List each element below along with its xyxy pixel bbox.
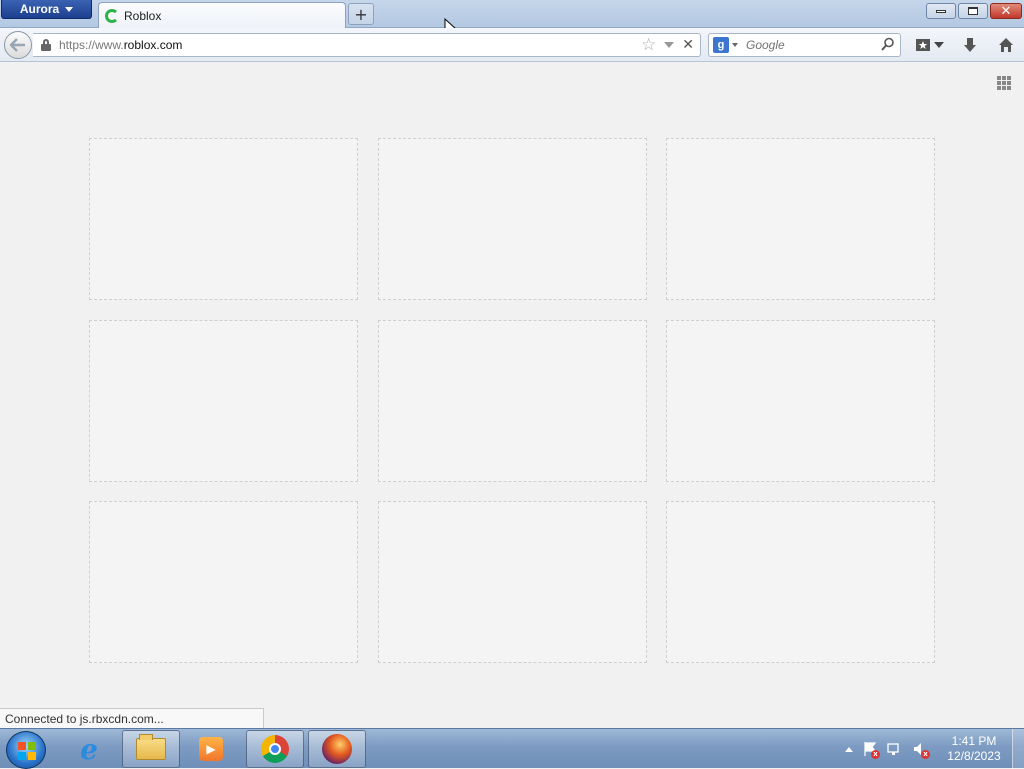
thumbnail-tile[interactable] — [378, 501, 647, 663]
navigation-toolbar: https://www.roblox.com ☆ ✕ g — [0, 28, 1024, 62]
back-button[interactable] — [4, 31, 32, 59]
clock-date: 12/8/2023 — [947, 749, 1001, 763]
search-engine-dropdown-icon[interactable] — [732, 43, 738, 47]
url-bar[interactable]: https://www.roblox.com ☆ ✕ — [33, 33, 701, 57]
thumbnail-tile[interactable] — [666, 320, 935, 482]
bookmarks-icon — [916, 39, 930, 51]
loading-spinner-icon — [105, 8, 119, 23]
plus-icon: + — [354, 4, 368, 24]
downloads-button[interactable] — [962, 35, 978, 55]
taskbar-app-media-player[interactable]: ▶ — [182, 730, 240, 768]
search-input[interactable] — [746, 38, 874, 52]
taskbar-app-windows-explorer[interactable] — [122, 730, 180, 768]
thumbnail-tile[interactable] — [89, 501, 358, 663]
search-bar[interactable]: g — [708, 33, 901, 57]
show-hidden-icons-icon[interactable] — [845, 746, 853, 752]
internet-explorer-icon: e — [80, 732, 98, 766]
show-desktop-button[interactable] — [1012, 729, 1024, 769]
thumbnail-tile[interactable] — [89, 320, 358, 482]
minimize-button[interactable] — [926, 3, 956, 19]
aurora-menu-label: Aurora — [19, 2, 60, 16]
new-tab-button[interactable]: + — [348, 3, 374, 25]
dropdown-arrow-icon — [65, 6, 74, 12]
taskbar-app-firefox-aurora[interactable] — [308, 730, 366, 768]
system-tray: x x — [845, 737, 930, 761]
taskbar-clock[interactable]: 1:41 PM 12/8/2023 — [944, 734, 1004, 764]
download-icon — [964, 38, 976, 52]
google-icon[interactable]: g — [713, 37, 729, 53]
search-icon[interactable] — [881, 37, 895, 51]
home-button[interactable] — [998, 35, 1014, 55]
tab-title: Roblox — [124, 8, 162, 23]
close-icon: ✕ — [1000, 3, 1012, 19]
thumbnail-tile[interactable] — [378, 320, 647, 482]
dropdown-arrow-icon — [934, 42, 944, 48]
restore-button[interactable] — [958, 3, 988, 19]
volume-muted-icon[interactable]: x — [912, 741, 930, 759]
chrome-icon — [261, 735, 289, 763]
close-button[interactable]: ✕ — [990, 3, 1022, 19]
thumbnail-tile[interactable] — [89, 138, 358, 300]
tab-roblox[interactable]: Roblox — [98, 2, 346, 28]
minimize-icon — [936, 9, 946, 13]
restore-icon — [968, 7, 978, 15]
url-text[interactable]: https://www.roblox.com — [59, 38, 182, 52]
status-panel: Connected to js.rbxcdn.com... — [0, 708, 264, 728]
start-button[interactable] — [6, 731, 46, 769]
thumbnail-tile[interactable] — [666, 501, 935, 663]
bookmarks-menu-button[interactable] — [915, 35, 944, 55]
clock-time: 1:41 PM — [951, 734, 997, 748]
back-arrow-icon — [10, 38, 25, 52]
thumbnail-tile[interactable] — [666, 138, 935, 300]
history-dropdown-icon[interactable] — [664, 42, 675, 48]
title-bar: Aurora Roblox + ✕ — [0, 0, 1024, 38]
taskbar: e ▶ x x 1:41 PM 12/8/2023 — [0, 728, 1024, 769]
lock-icon — [41, 39, 51, 51]
taskbar-app-chrome[interactable] — [246, 730, 304, 768]
media-player-icon: ▶ — [199, 737, 223, 761]
tiles-grid-toggle-icon[interactable] — [997, 76, 1011, 90]
network-icon[interactable] — [887, 741, 903, 757]
bookmark-star-icon[interactable]: ☆ — [641, 36, 656, 54]
stop-icon[interactable]: ✕ — [682, 37, 694, 53]
action-center-flag-icon[interactable]: x — [862, 741, 880, 759]
aurora-menu-button[interactable]: Aurora — [1, 0, 92, 19]
thumbnail-tile[interactable] — [378, 138, 647, 300]
new-tab-page — [0, 63, 1024, 728]
folder-icon — [136, 734, 166, 760]
taskbar-app-internet-explorer[interactable]: e — [60, 730, 118, 768]
home-icon — [999, 38, 1013, 52]
windows-logo-icon — [18, 742, 36, 760]
firefox-aurora-icon — [322, 734, 352, 764]
